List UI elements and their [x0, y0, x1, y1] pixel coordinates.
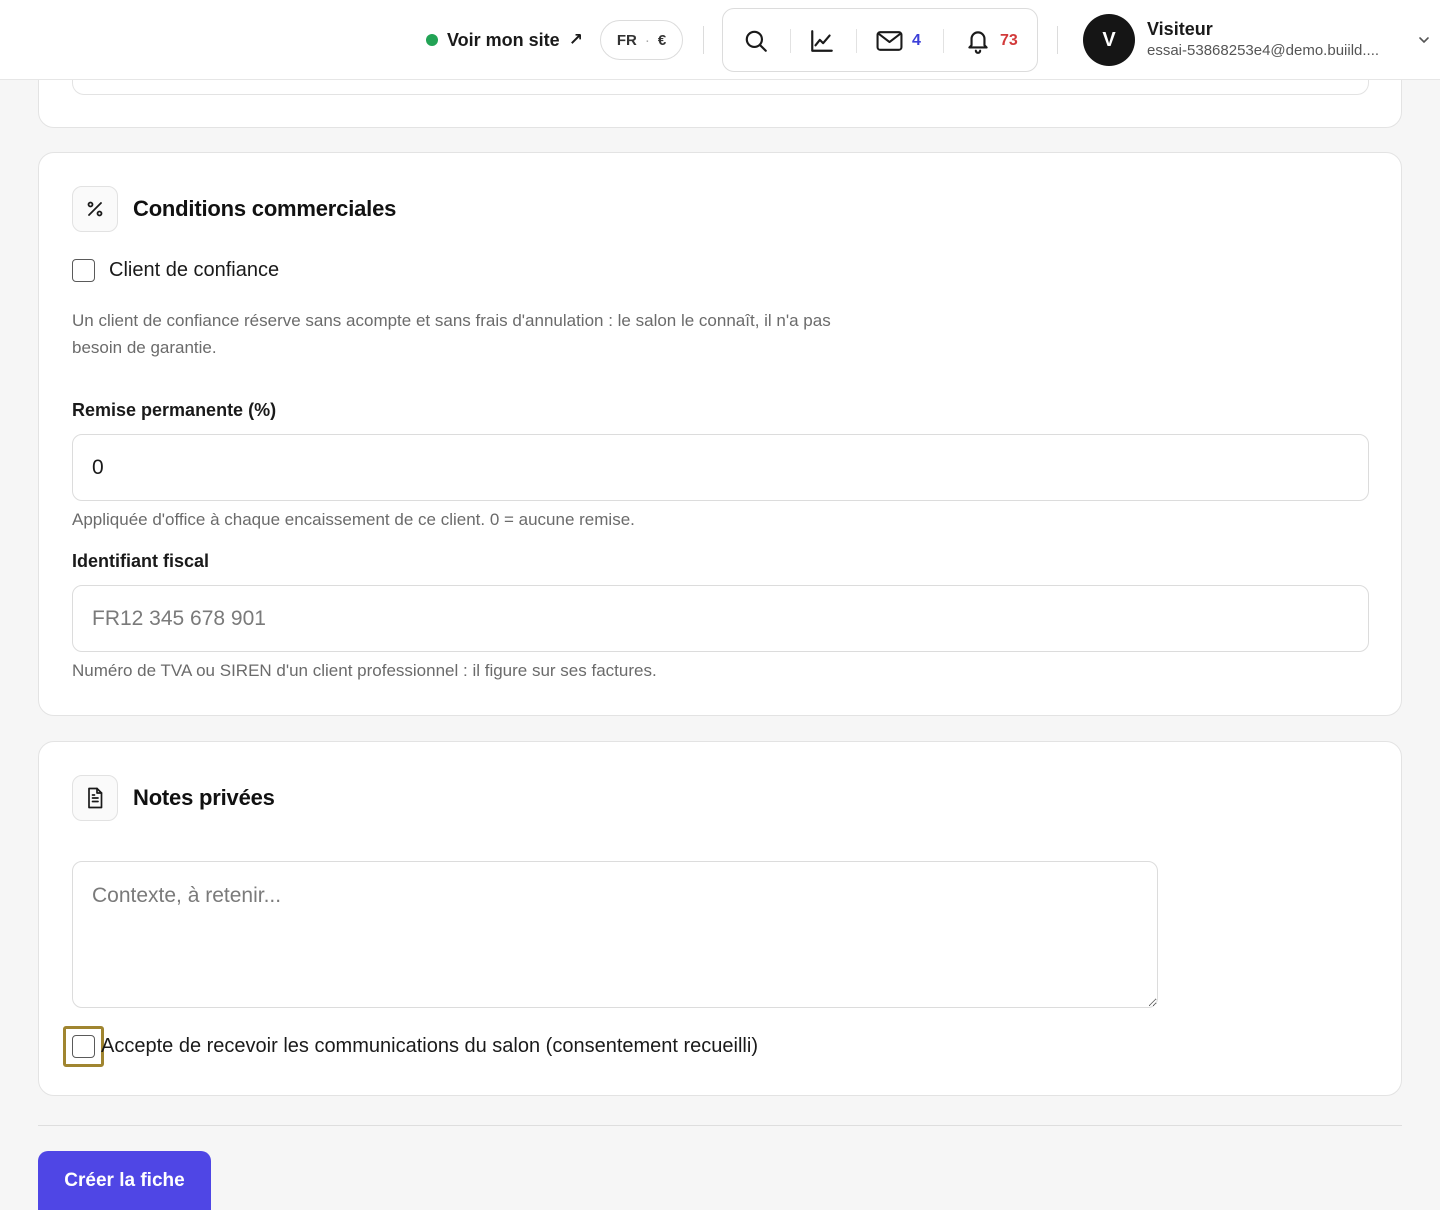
help-line: Un client de confiance réserve sans acom…: [72, 311, 831, 330]
consent-checkbox[interactable]: [72, 1035, 95, 1058]
notifications-button[interactable]: 73: [965, 9, 1018, 73]
bell-icon: [968, 31, 988, 54]
header-divider: [703, 26, 704, 54]
tax-id-input[interactable]: [72, 585, 1369, 652]
trusted-client-checkbox-row[interactable]: Client de confiance: [72, 259, 279, 282]
search-icon: [745, 30, 767, 52]
view-site-link[interactable]: Voir mon site ↗: [426, 28, 583, 52]
header-divider: [1057, 26, 1058, 54]
tools-divider: [856, 29, 857, 53]
section-icon-box: [72, 775, 118, 821]
discount-help: Appliquée d'office à chaque encaissement…: [72, 510, 635, 529]
messages-button[interactable]: 4: [876, 9, 921, 73]
tools-divider: [943, 29, 944, 53]
notifications-count: 73: [1000, 32, 1018, 49]
user-menu-toggle[interactable]: [1417, 33, 1431, 52]
mail-icon: [876, 31, 903, 51]
percent-icon: [87, 201, 103, 217]
create-record-button[interactable]: Créer la fiche: [38, 1151, 211, 1210]
lang-currency-separator: ·: [644, 31, 650, 49]
private-notes-textarea[interactable]: [72, 861, 1158, 1008]
trusted-client-label: Client de confiance: [109, 259, 280, 281]
chevron-down-icon: [1419, 37, 1429, 44]
form-footer-divider: [38, 1125, 1402, 1126]
messages-count: 4: [912, 32, 921, 49]
section-title: Conditions commerciales: [133, 196, 397, 221]
trusted-client-help: Un client de confiance réserve sans acom…: [72, 307, 831, 361]
section-header: Notes privées: [72, 775, 275, 821]
tools-divider: [790, 29, 791, 53]
language-currency-switcher[interactable]: FR · €: [600, 20, 683, 60]
chart-line-icon: [811, 30, 833, 52]
discount-label: Remise permanente (%): [72, 400, 277, 420]
discount-input[interactable]: [72, 434, 1369, 501]
tax-id-label: Identifiant fiscal: [72, 551, 210, 571]
search-button[interactable]: [743, 9, 769, 73]
section-icon-box: [72, 186, 118, 232]
help-line: besoin de garantie.: [72, 338, 217, 357]
commercial-conditions-card: Conditions commerciales Client de confia…: [38, 152, 1402, 716]
section-header: Conditions commerciales: [72, 186, 396, 232]
language-code: FR: [616, 31, 637, 49]
avatar[interactable]: V: [1083, 14, 1135, 66]
analytics-button[interactable]: [809, 9, 835, 73]
top-bar: Voir mon site ↗ FR · € 4 73 V Visiteur e…: [0, 0, 1440, 80]
header-tools-group: 4 73: [722, 8, 1038, 72]
consent-label: Accepte de recevoir les communications d…: [101, 1035, 758, 1057]
view-site-label: Voir mon site: [447, 29, 560, 50]
consent-checkbox-row[interactable]: Accepte de recevoir les communications d…: [72, 1035, 758, 1058]
document-icon: [88, 787, 103, 809]
currency-symbol: €: [657, 31, 667, 49]
private-notes-card: Notes privées Accepte de recevoir les co…: [38, 741, 1402, 1096]
user-email: essai-53868253e4@demo.buiild....: [1147, 42, 1380, 59]
site-status-dot: [426, 34, 438, 46]
section-title: Notes privées: [133, 785, 275, 810]
user-name: Visiteur: [1147, 19, 1213, 39]
external-link-icon: ↗: [568, 30, 583, 49]
trusted-client-checkbox[interactable]: [72, 259, 95, 282]
tax-id-help: Numéro de TVA ou SIREN d'un client profe…: [72, 661, 657, 680]
